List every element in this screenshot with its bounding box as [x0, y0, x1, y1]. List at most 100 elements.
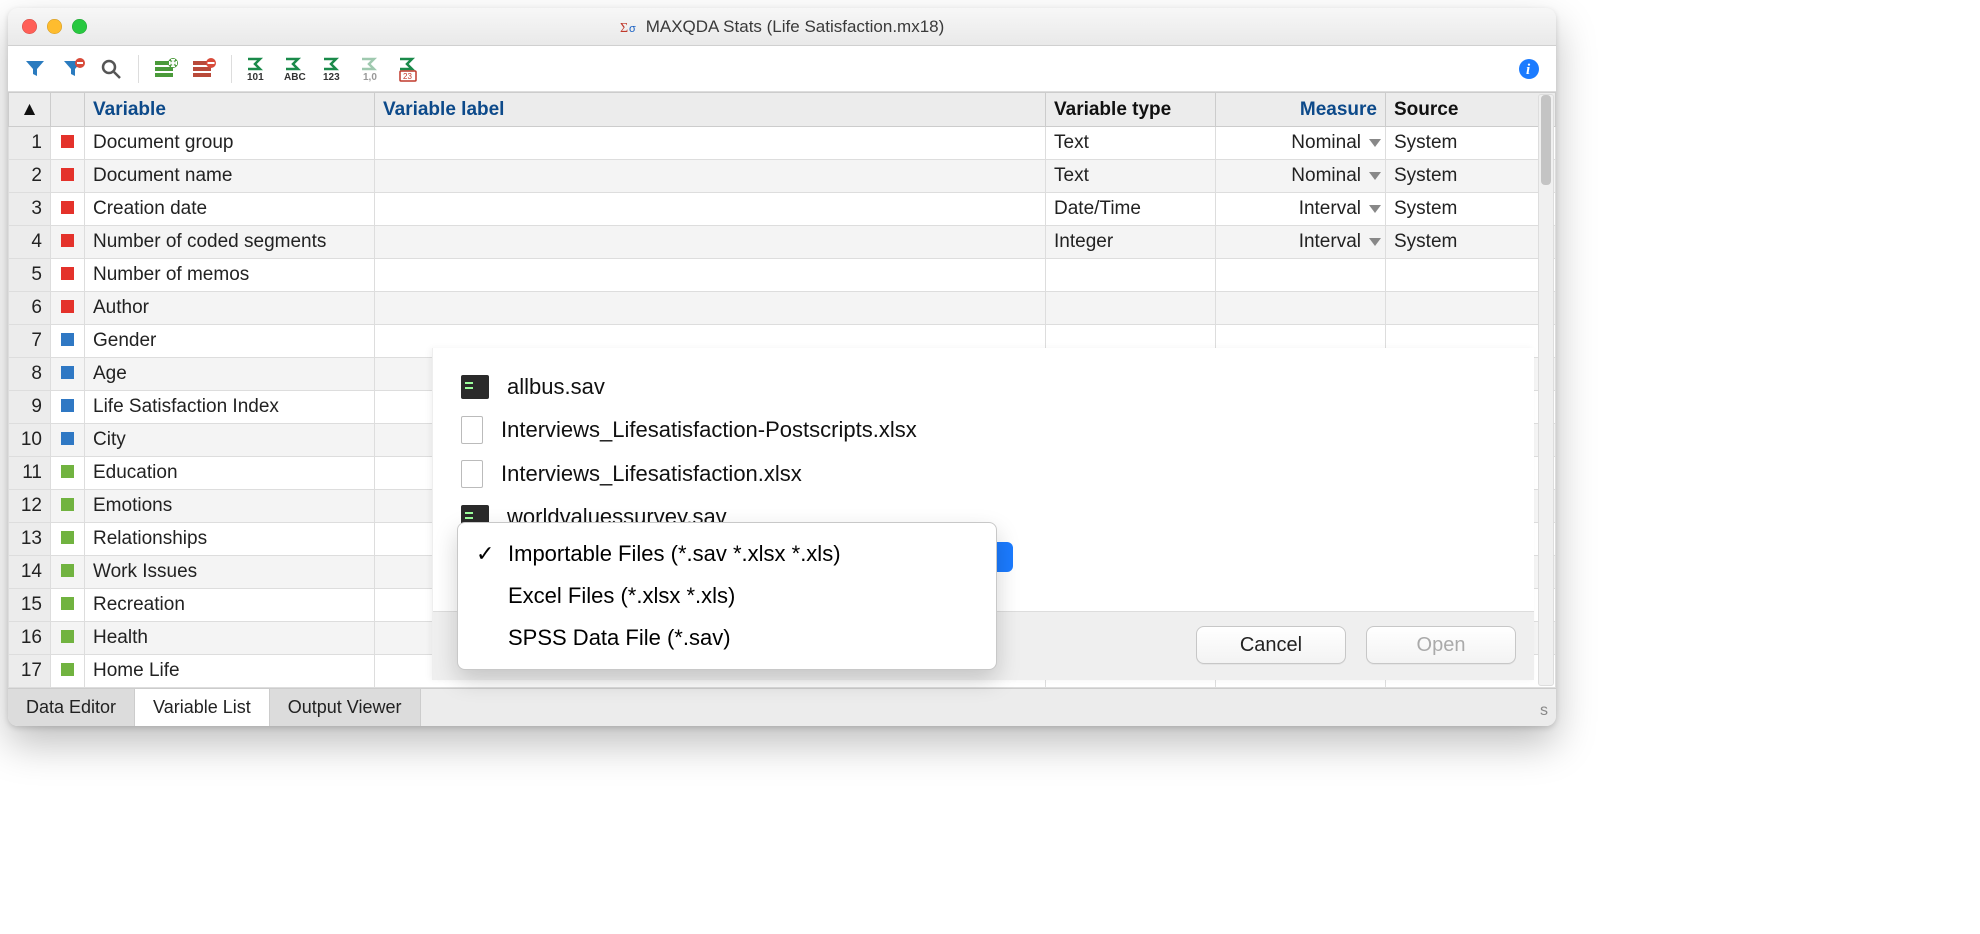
cell-source[interactable]: System [1386, 226, 1556, 259]
type-decimal-icon[interactable]: 1,0 [356, 52, 390, 86]
header-color[interactable] [51, 93, 85, 127]
cell-measure[interactable]: Interval [1216, 193, 1386, 226]
type-number-icon[interactable]: 123 [318, 52, 352, 86]
cell-variable[interactable]: Number of memos [85, 259, 375, 292]
filter-option[interactable]: Importable Files (*.sav *.xlsx *.xls) [458, 533, 996, 575]
vertical-scrollbar[interactable] [1538, 94, 1554, 686]
cell-label[interactable] [375, 259, 1046, 292]
cell-variable[interactable]: Creation date [85, 193, 375, 226]
cell-label[interactable] [375, 193, 1046, 226]
color-swatch [51, 325, 85, 358]
cell-measure[interactable] [1216, 259, 1386, 292]
svg-text:ABC: ABC [284, 72, 306, 82]
cell-variable[interactable]: Emotions [85, 490, 375, 523]
cell-variable[interactable]: Gender [85, 325, 375, 358]
type-text-icon[interactable]: ABC [280, 52, 314, 86]
table-row[interactable]: 6Author [9, 292, 1556, 325]
cell-type[interactable]: Text [1046, 127, 1216, 160]
cell-variable[interactable]: Author [85, 292, 375, 325]
file-row[interactable]: Interviews_Lifesatisfaction.xlsx [461, 452, 1514, 496]
cell-measure[interactable]: Nominal [1216, 127, 1386, 160]
color-swatch [51, 226, 85, 259]
cancel-button[interactable]: Cancel [1196, 626, 1346, 664]
open-button[interactable]: Open [1366, 626, 1516, 664]
row-number: 1 [9, 127, 51, 160]
header-type[interactable]: Variable type [1046, 93, 1216, 127]
tab-data-editor[interactable]: Data Editor [8, 689, 135, 726]
cell-label[interactable] [375, 292, 1046, 325]
cell-variable[interactable]: Document group [85, 127, 375, 160]
color-swatch [51, 259, 85, 292]
app-window: Σσ MAXQDA Stats (Life Satisfaction.mx18)… [8, 8, 1556, 726]
cell-variable[interactable]: Home Life [85, 655, 375, 688]
cell-variable[interactable]: City [85, 424, 375, 457]
row-number: 11 [9, 457, 51, 490]
type-binary-icon[interactable]: 101 [242, 52, 276, 86]
table-row[interactable]: 4Number of coded segmentsIntegerInterval… [9, 226, 1556, 259]
cell-variable[interactable]: Education [85, 457, 375, 490]
color-swatch [51, 391, 85, 424]
filter-option[interactable]: Excel Files (*.xlsx *.xls) [458, 575, 996, 617]
cell-source[interactable] [1386, 259, 1556, 292]
tab-variable-list[interactable]: Variable List [135, 689, 270, 726]
cell-measure[interactable] [1216, 292, 1386, 325]
cell-variable[interactable]: Age [85, 358, 375, 391]
file-row[interactable]: allbus.sav [461, 366, 1514, 408]
cell-source[interactable]: System [1386, 127, 1556, 160]
table-header-row: ▲ Variable Variable label Variable type … [9, 93, 1556, 127]
type-date-icon[interactable]: 23 [394, 52, 428, 86]
cell-type[interactable]: Date/Time [1046, 193, 1216, 226]
cell-source[interactable] [1386, 292, 1556, 325]
file-type-filter-menu[interactable]: Importable Files (*.sav *.xlsx *.xls)Exc… [457, 522, 997, 670]
row-number: 10 [9, 424, 51, 457]
search-icon[interactable] [94, 52, 128, 86]
table-row[interactable]: 5Number of memos [9, 259, 1556, 292]
header-label[interactable]: Variable label [375, 93, 1046, 127]
cell-measure[interactable]: Nominal [1216, 160, 1386, 193]
cell-variable[interactable]: Recreation [85, 589, 375, 622]
header-source[interactable]: Source [1386, 93, 1556, 127]
filter-combo-arrow-icon[interactable] [995, 542, 1013, 572]
cell-label[interactable] [375, 160, 1046, 193]
bottom-tabs: Data Editor Variable List Output Viewer [8, 688, 1556, 726]
header-measure[interactable]: Measure [1216, 93, 1386, 127]
cell-label[interactable] [375, 127, 1046, 160]
header-variable[interactable]: Variable [85, 93, 375, 127]
row-add-icon[interactable] [149, 52, 183, 86]
cell-label[interactable] [375, 226, 1046, 259]
tab-output-viewer[interactable]: Output Viewer [270, 689, 421, 726]
file-name: Interviews_Lifesatisfaction-Postscripts.… [501, 417, 917, 443]
cell-variable[interactable]: Health [85, 622, 375, 655]
filter-option[interactable]: SPSS Data File (*.sav) [458, 617, 996, 659]
filter-icon[interactable] [18, 52, 52, 86]
chevron-down-icon[interactable] [1369, 172, 1381, 180]
svg-text:σ: σ [629, 23, 636, 35]
chevron-down-icon[interactable] [1369, 205, 1381, 213]
cell-type[interactable]: Text [1046, 160, 1216, 193]
cell-source[interactable]: System [1386, 160, 1556, 193]
color-swatch [51, 160, 85, 193]
table-row[interactable]: 1 Document group TextNominalSystem [9, 127, 1556, 160]
cell-type[interactable] [1046, 259, 1216, 292]
cell-type[interactable]: Integer [1046, 226, 1216, 259]
file-row[interactable]: Interviews_Lifesatisfaction-Postscripts.… [461, 408, 1514, 452]
header-rownum[interactable]: ▲ [9, 93, 51, 127]
cell-type[interactable] [1046, 292, 1216, 325]
row-number: 17 [9, 655, 51, 688]
chevron-down-icon[interactable] [1369, 139, 1381, 147]
cell-variable[interactable]: Relationships [85, 523, 375, 556]
cell-variable[interactable]: Life Satisfaction Index [85, 391, 375, 424]
cell-measure[interactable]: Interval [1216, 226, 1386, 259]
cell-variable[interactable]: Document name [85, 160, 375, 193]
row-number: 3 [9, 193, 51, 226]
cell-source[interactable]: System [1386, 193, 1556, 226]
cell-variable[interactable]: Work Issues [85, 556, 375, 589]
chevron-down-icon[interactable] [1369, 238, 1381, 246]
filter-remove-icon[interactable] [56, 52, 90, 86]
table-row[interactable]: 2Document nameTextNominalSystem [9, 160, 1556, 193]
cell-variable[interactable]: Number of coded segments [85, 226, 375, 259]
info-icon[interactable]: i [1512, 52, 1546, 86]
file-name: allbus.sav [507, 374, 605, 400]
table-row[interactable]: 3 Creation date Date/TimeIntervalSystem [9, 193, 1556, 226]
row-remove-icon[interactable] [187, 52, 221, 86]
